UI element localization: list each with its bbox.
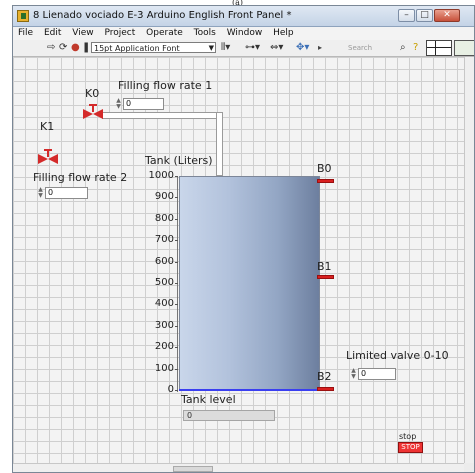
tank-level-indicator: 0 xyxy=(183,410,275,421)
menu-view[interactable]: View xyxy=(72,27,93,40)
tank-scale-tick xyxy=(175,347,178,349)
stop-button[interactable]: STOP xyxy=(398,442,423,453)
distribute-icon[interactable]: ⊶▾ xyxy=(245,42,260,54)
horizontal-scrollbar[interactable] xyxy=(13,463,464,472)
limited-valve-label: Limited valve 0-10 xyxy=(346,349,449,362)
tank-scale-label: 700 xyxy=(154,234,174,246)
limited-valve-value[interactable]: 0 xyxy=(358,368,396,380)
tank-scale-tick xyxy=(175,283,178,284)
filling-rate-1-control[interactable]: ▲ ▼ 0 xyxy=(115,98,165,111)
filling-rate-2-value[interactable]: 0 xyxy=(45,187,88,199)
maximize-button[interactable]: □ xyxy=(416,9,433,22)
menu-window[interactable]: Window xyxy=(227,27,263,40)
tank-graphic[interactable] xyxy=(179,176,320,391)
run-arrow-icon[interactable]: ⇨ xyxy=(47,42,55,54)
k1-label: K1 xyxy=(40,120,55,133)
window-title: 8 Lienado vociado E-3 Arduino English Fr… xyxy=(33,10,292,21)
tank-fill-level xyxy=(179,389,320,391)
font-select-value: 15pt Application Font xyxy=(94,44,180,53)
tank-scale-label: 600 xyxy=(154,255,174,267)
connector-pane-icon[interactable] xyxy=(426,40,452,56)
resize-icon[interactable]: ⇔▾ xyxy=(270,42,283,54)
tank-scale-label: 0 xyxy=(167,384,174,395)
front-panel-canvas: K0 Filling flow rate 1 ▲ ▼ 0 K1 Filling f… xyxy=(13,57,464,463)
tank-scale-tick xyxy=(175,368,178,370)
filling-rate-1-value[interactable]: 0 xyxy=(123,98,164,110)
filling-rate-1-label: Filling flow rate 1 xyxy=(118,79,213,92)
font-select[interactable]: 15pt Application Font ▼ xyxy=(91,42,216,53)
valve-k0-icon[interactable] xyxy=(82,104,104,122)
tank-scale-tick xyxy=(175,197,178,199)
chevron-down-icon: ▼ xyxy=(208,44,214,52)
filling-rate-2-control[interactable]: ▲ ▼ 0 xyxy=(37,187,89,200)
increment-arrows-icon[interactable]: ▲ ▼ xyxy=(37,187,44,200)
reorder-icon[interactable]: ✥▾ xyxy=(296,42,309,54)
labview-app-icon xyxy=(17,10,29,22)
vertical-scrollbar[interactable] xyxy=(464,57,474,463)
stop-label: stop xyxy=(399,432,417,441)
title-bar[interactable]: 8 Lienado vociado E-3 Arduino English Fr… xyxy=(13,6,474,27)
toolbar: ⇨ ⟳ ● ❚❚ 15pt Application Font ▼ ⫴▾ ⊶▾ ⇔… xyxy=(13,40,474,57)
front-panel-window: 8 Lienado vociado E-3 Arduino English Fr… xyxy=(12,5,475,473)
b2-label: B2 xyxy=(317,370,332,383)
tank-label: Tank (Liters) xyxy=(145,154,213,167)
tank-scale-label: 100 xyxy=(154,362,174,374)
b1-label: B1 xyxy=(317,260,332,273)
search-input[interactable]: Search xyxy=(348,43,408,53)
search-arrow-icon: ▸ xyxy=(318,43,323,52)
b0-label: B0 xyxy=(317,162,332,175)
filling-rate-2-label: Filling flow rate 2 xyxy=(33,171,128,184)
k0-label: K0 xyxy=(85,87,100,100)
tank-scale-label: 800 xyxy=(154,212,174,224)
tank-scale-label: 400 xyxy=(154,298,174,310)
minimize-button[interactable]: – xyxy=(398,9,415,22)
vi-icon[interactable] xyxy=(454,40,474,56)
menu-bar: File Edit View Project Operate Tools Win… xyxy=(13,27,474,40)
tank-scale-label: 500 xyxy=(154,277,174,288)
tank-scale-tick xyxy=(175,390,178,391)
menu-tools[interactable]: Tools xyxy=(194,27,216,40)
tank-scale-tick xyxy=(175,325,178,327)
menu-help[interactable]: Help xyxy=(273,27,294,40)
tank-scale-tick xyxy=(175,176,178,177)
b0-indicator xyxy=(317,179,334,183)
menu-file[interactable]: File xyxy=(18,27,33,40)
menu-edit[interactable]: Edit xyxy=(44,27,61,40)
tank-scale-tick xyxy=(175,240,178,242)
pipe-k0 xyxy=(102,112,223,119)
menu-project[interactable]: Project xyxy=(104,27,135,40)
align-icon[interactable]: ⫴▾ xyxy=(221,42,230,54)
menu-operate[interactable]: Operate xyxy=(146,27,183,40)
tank-scale-tick xyxy=(175,304,178,306)
horizontal-scroll-thumb[interactable] xyxy=(173,466,213,472)
abort-icon[interactable]: ● xyxy=(71,42,80,54)
limited-valve-control[interactable]: ▲ ▼ 0 xyxy=(350,368,397,381)
help-icon[interactable]: ? xyxy=(413,42,418,54)
tank-scale-label: 1000 xyxy=(148,170,174,181)
tank-scale-tick xyxy=(175,261,178,263)
increment-arrows-icon[interactable]: ▲ ▼ xyxy=(350,368,357,381)
tank-scale-label: 300 xyxy=(154,319,174,331)
close-button[interactable]: ✕ xyxy=(434,9,460,22)
run-continuous-icon[interactable]: ⟳ xyxy=(59,42,67,54)
tank-scale-axis xyxy=(177,176,178,392)
b2-indicator xyxy=(317,387,334,391)
tank-scale-label: 900 xyxy=(154,191,174,203)
increment-arrows-icon[interactable]: ▲ ▼ xyxy=(115,98,122,111)
tank-scale-tick xyxy=(175,218,178,220)
tank-level-label: Tank level xyxy=(181,393,236,406)
b1-indicator xyxy=(317,275,334,279)
valve-k1-icon[interactable] xyxy=(37,149,59,167)
tank-scale-label: 200 xyxy=(154,341,174,353)
pipe-k0-down xyxy=(216,112,223,176)
search-icon[interactable]: ⌕ xyxy=(400,42,406,54)
